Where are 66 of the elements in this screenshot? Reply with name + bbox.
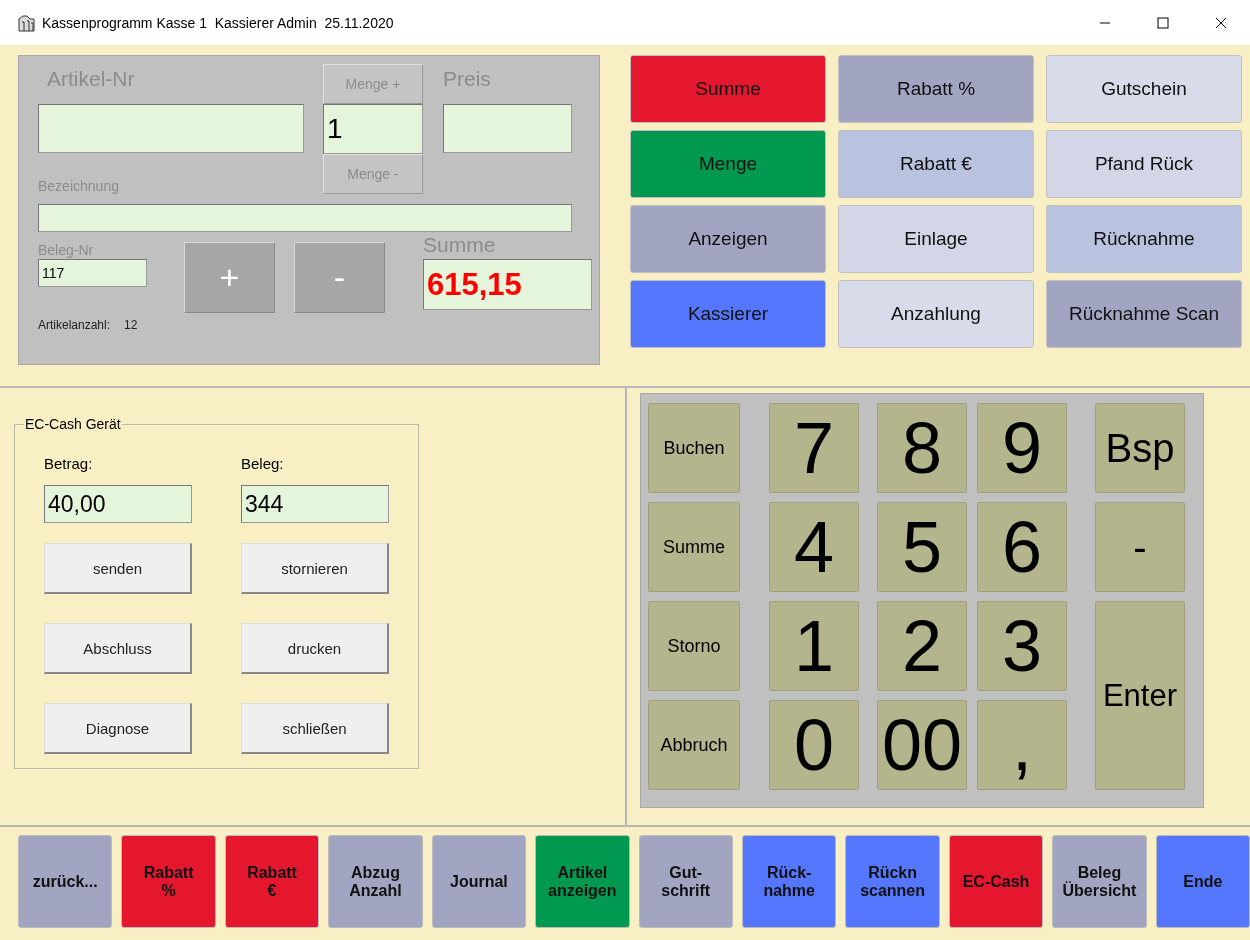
keypad-key[interactable]: 2 (877, 601, 967, 691)
item-count: 12 (124, 318, 138, 332)
receipt-field[interactable]: 344 (241, 485, 389, 523)
toolbar-button[interactable]: Rabatt % (121, 835, 216, 928)
field-label: Betrag: (44, 455, 94, 474)
ec-button[interactable]: Abschluss (44, 623, 192, 674)
keypad-key[interactable]: 0 (769, 700, 859, 790)
function-button[interactable]: Rücknahme (1046, 205, 1242, 273)
function-button[interactable]: Einlage (838, 205, 1034, 273)
description-field[interactable] (38, 204, 572, 232)
total-field[interactable]: 615,15 (423, 259, 592, 310)
keypad-key[interactable]: Enter (1095, 601, 1185, 790)
quantity-field[interactable]: 1 (323, 104, 423, 154)
toolbar-button[interactable]: Rabatt € (224, 835, 320, 928)
ec-button[interactable]: schließen (241, 703, 389, 754)
keypad-key[interactable]: Storno (648, 601, 740, 691)
keypad-key[interactable]: 7 (769, 403, 859, 493)
toolbar-button[interactable]: Journal (431, 835, 527, 928)
function-button[interactable]: Pfand Rück (1046, 130, 1242, 198)
app-icon (18, 13, 36, 32)
toolbar-button[interactable]: Beleg Übersicht (1052, 835, 1147, 928)
toolbar-button[interactable]: Rück- nahme (741, 835, 837, 928)
toolbar-button[interactable]: Abzug Anzahl (328, 835, 423, 928)
article-number-field[interactable] (38, 104, 304, 153)
toolbar-button[interactable]: Ende (1155, 835, 1250, 928)
group-title: EC-Cash Gerät (24, 416, 122, 432)
ec-button[interactable]: Diagnose (44, 703, 192, 754)
function-button[interactable]: Gutschein (1046, 55, 1242, 123)
keypad-key[interactable]: - (1095, 502, 1185, 592)
toolbar-button[interactable]: Gut- schrift (638, 835, 733, 928)
toolbar-button[interactable]: Artikel anzeigen (535, 835, 630, 928)
keypad-key[interactable]: 3 (977, 601, 1067, 691)
function-button[interactable]: Menge (630, 130, 826, 198)
keypad-key[interactable]: Abbruch (648, 700, 740, 790)
receipt-number-field[interactable]: 117 (38, 259, 147, 287)
toolbar-button[interactable]: Rückn scannen (845, 835, 940, 928)
function-button[interactable]: Rücknahme Scan (1046, 280, 1242, 348)
close-icon (1215, 16, 1227, 29)
function-button[interactable]: Rabatt € (838, 130, 1034, 198)
ec-button[interactable]: senden (44, 543, 192, 594)
function-button[interactable]: Kassierer (630, 280, 826, 348)
window-title: Kassenprogramm Kasse 1 Kassierer Admin 25.11.2020 (42, 14, 395, 31)
toolbar-button[interactable]: EC-Cash (948, 835, 1044, 928)
item-count-label: Artikelanzahl: (38, 318, 111, 332)
keypad-key[interactable]: Buchen (648, 403, 740, 493)
ec-button[interactable]: stornieren (241, 543, 389, 594)
keypad-key[interactable]: 9 (977, 403, 1067, 493)
function-button[interactable]: Rabatt % (838, 55, 1034, 123)
ec-button[interactable]: drucken (241, 623, 389, 674)
function-button[interactable]: Anzahlung (838, 280, 1034, 348)
field-label: Beleg: (241, 455, 285, 474)
toolbar-button[interactable]: zurück... (18, 835, 113, 928)
keypad-key[interactable]: 4 (769, 502, 859, 592)
keypad-key[interactable]: 1 (769, 601, 859, 691)
keypad-key[interactable]: 5 (877, 502, 967, 592)
function-button[interactable]: Anzeigen (630, 205, 826, 273)
keypad-key[interactable]: Bsp (1095, 403, 1185, 493)
maximize-icon (1157, 16, 1169, 29)
price-field[interactable] (443, 104, 572, 153)
keypad-key[interactable]: 00 (877, 700, 967, 790)
keypad-key[interactable]: 6 (977, 502, 1067, 592)
amount-field[interactable]: 40,00 (44, 485, 192, 523)
function-button[interactable]: Summe (630, 55, 826, 123)
keypad-key[interactable]: Summe (648, 502, 740, 592)
keypad-key[interactable]: 8 (877, 403, 967, 493)
keypad-key[interactable]: , (977, 700, 1067, 790)
